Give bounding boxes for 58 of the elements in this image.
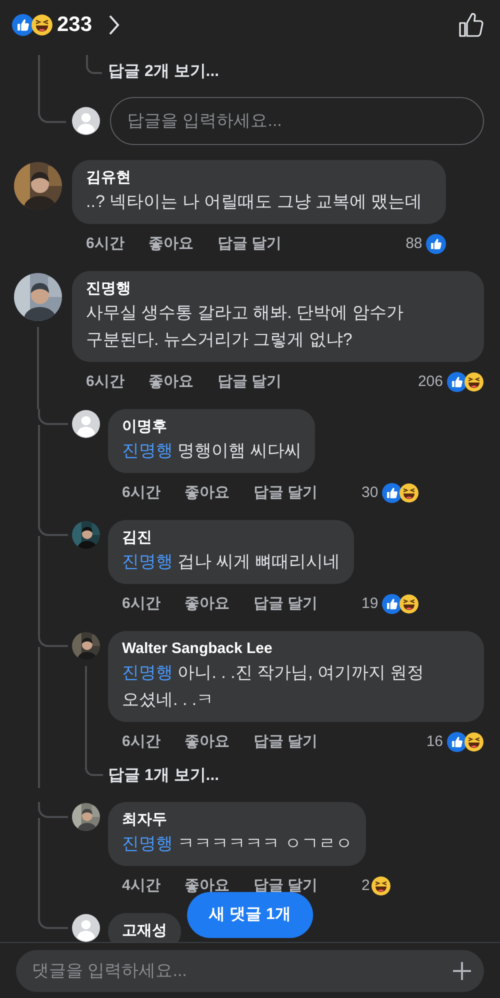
- author-name[interactable]: 이명후: [122, 417, 302, 437]
- like-link[interactable]: 좋아요: [184, 730, 230, 754]
- comment-text: 진명행 ㅋㅋㅋㅋㅋㅋ ㅇㄱㄹㅇ: [122, 833, 352, 855]
- like-link[interactable]: 좋아요: [148, 370, 194, 394]
- comment-text: ..? 넥타이는 나 어릴때도 그냥 교복에 맸는데: [86, 191, 422, 213]
- view-replies-link[interactable]: 답글 2개 보기...: [108, 63, 220, 80]
- reply-link[interactable]: 답글 달기: [253, 482, 318, 504]
- comment-text: 진명행 겁나 씨게 뼈때리시네: [122, 551, 340, 573]
- timestamp: 6시간: [122, 482, 160, 503]
- mention-link[interactable]: 진명행: [122, 552, 173, 571]
- timestamp: 4시간: [122, 876, 160, 896]
- author-name[interactable]: 진명행: [86, 279, 460, 299]
- thread-connector: [38, 409, 68, 425]
- chevron-right-icon[interactable]: [108, 14, 120, 36]
- reaction-count[interactable]: 206: [418, 370, 443, 394]
- mention-link[interactable]: 진명행: [122, 441, 173, 460]
- add-button[interactable]: [452, 961, 472, 981]
- timestamp: 6시간: [86, 372, 124, 392]
- view-replies-link[interactable]: 답글 1개 보기...: [108, 767, 220, 784]
- reply-link[interactable]: 답글 달기: [217, 370, 282, 394]
- new-comments-toast[interactable]: 새 댓글 1개: [187, 892, 313, 938]
- author-name[interactable]: 김진: [122, 528, 340, 548]
- reply-link[interactable]: 답글 달기: [253, 730, 318, 754]
- thread-connector: [86, 55, 102, 74]
- avatar-icon[interactable]: [72, 914, 100, 942]
- thread-connector: [38, 631, 68, 647]
- like-link[interactable]: 좋아요: [184, 482, 230, 504]
- comment-text: 사무실 생수통 갈라고 해봐. 단박에 암수가 구분된다. 뉴스거리가 그렇게 없냐?: [86, 302, 404, 351]
- thread-connector: [38, 55, 66, 123]
- reaction-count[interactable]: 233: [57, 9, 92, 41]
- avatar-icon[interactable]: [72, 410, 100, 438]
- like-link[interactable]: 좋아요: [148, 232, 194, 256]
- reply-link[interactable]: 답글 달기: [217, 232, 282, 256]
- reaction-count[interactable]: 19: [362, 592, 378, 616]
- reaction-count[interactable]: 30: [362, 482, 378, 504]
- thread-connector: [38, 520, 68, 536]
- timestamp: 6시간: [86, 234, 124, 254]
- author-name[interactable]: 김유현: [86, 168, 422, 188]
- reply-input-field[interactable]: 답글을 입력하세요...: [110, 97, 484, 145]
- reaction-count[interactable]: 16: [426, 730, 443, 754]
- thumbs-up-icon[interactable]: [458, 12, 484, 38]
- reply-link[interactable]: 답글 달기: [253, 592, 318, 616]
- comment-text: 진명행 아니. . .진 작가님, 여기까지 원정 오셨네. . .ㅋ: [122, 662, 426, 711]
- reaction-count[interactable]: 88: [406, 232, 422, 256]
- author-name[interactable]: 고재성: [122, 921, 167, 941]
- timestamp: 6시간: [122, 594, 160, 614]
- thread-connector: [38, 913, 68, 929]
- author-name[interactable]: 최자두: [122, 810, 352, 830]
- like-link[interactable]: 좋아요: [184, 592, 230, 616]
- author-name[interactable]: Walter Sangback Lee: [122, 639, 470, 659]
- avatar-icon[interactable]: [72, 107, 100, 135]
- mention-link[interactable]: 진명행: [122, 663, 173, 682]
- comment-text: 진명행 명행이햄 씨다씨: [122, 440, 302, 462]
- thread-connector: [38, 802, 68, 818]
- reaction-count[interactable]: 2: [362, 874, 370, 898]
- timestamp: 6시간: [122, 732, 160, 752]
- comment-input-field[interactable]: 댓글을 입력하세요...: [16, 950, 484, 992]
- mention-link[interactable]: 진명행: [122, 834, 173, 853]
